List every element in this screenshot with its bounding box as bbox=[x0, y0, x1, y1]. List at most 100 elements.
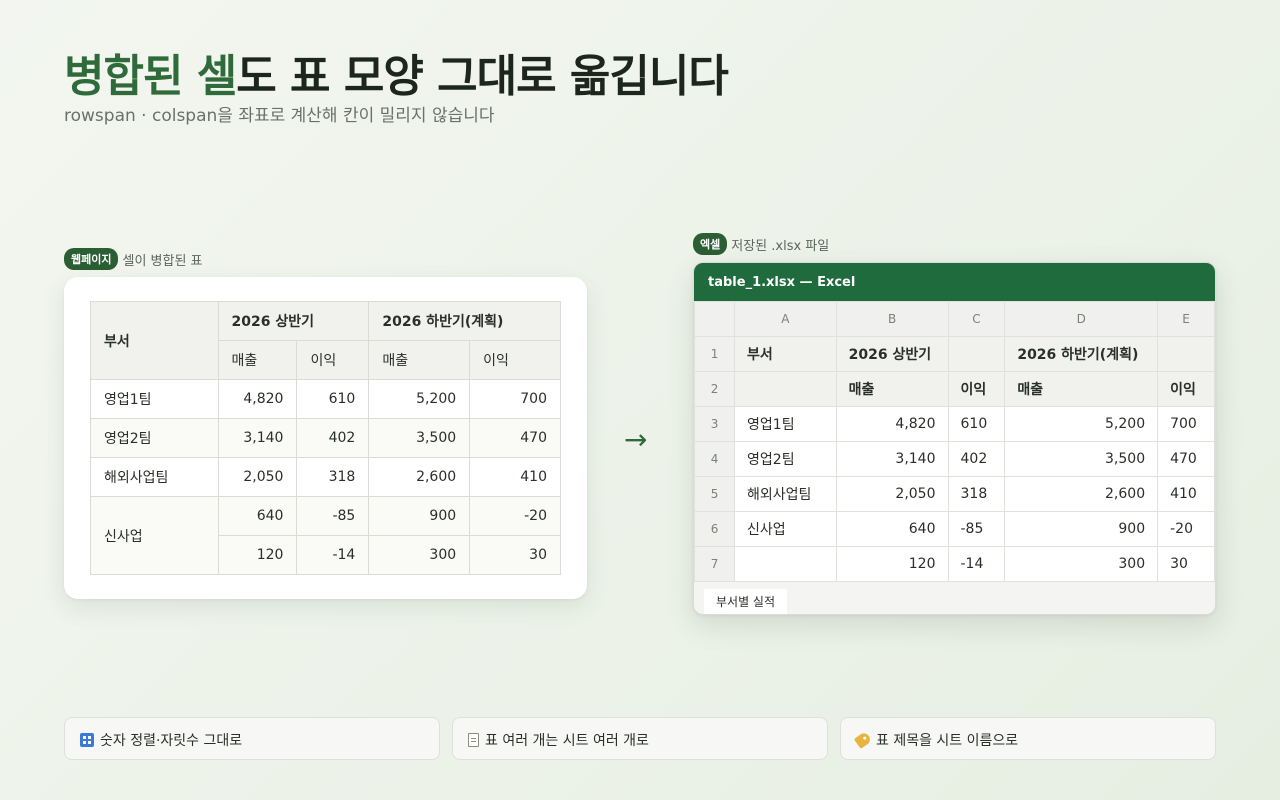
excel-cell[interactable]: 2026 하반기(계획) bbox=[1004, 336, 1159, 372]
excel-cell[interactable]: 5,200 bbox=[1004, 406, 1159, 442]
header-h1: 2026 상반기 bbox=[217, 301, 370, 341]
sheet-bar: 부서별 실적 bbox=[694, 582, 1215, 614]
web-table-card: 부서 2026 상반기 2026 하반기(계획) 매출 이익 매출 이익 영업1… bbox=[64, 277, 587, 599]
excel-row: 7 120 -14 300 30 bbox=[694, 546, 1215, 582]
hero-title: 병합된 셀도 표 모양 그대로 옮깁니다 bbox=[64, 40, 729, 104]
feature-text: 표 제목을 시트 이름으로 bbox=[876, 733, 1019, 749]
excel-window: table_1.xlsx — Excel A B C D E 1 부서 2026… bbox=[693, 262, 1216, 615]
excel-cell[interactable]: 이익 bbox=[947, 371, 1006, 407]
excel-cell[interactable]: 3,500 bbox=[1004, 441, 1159, 477]
row-name: 영업2팀 bbox=[90, 418, 219, 458]
excel-cell[interactable]: 640 bbox=[835, 511, 949, 547]
cell: 318 bbox=[296, 457, 370, 497]
feature-card: 표 제목을 시트 이름으로 bbox=[840, 717, 1216, 760]
excel-cell[interactable]: 30 bbox=[1157, 546, 1215, 582]
excel-cell[interactable]: 700 bbox=[1157, 406, 1215, 442]
cell: 3,140 bbox=[217, 418, 298, 458]
excel-cell[interactable]: 410 bbox=[1157, 476, 1215, 512]
excel-cell[interactable]: 이익 bbox=[1157, 371, 1215, 407]
header-sales: 매출 bbox=[217, 340, 298, 380]
row-header[interactable]: 6 bbox=[694, 511, 736, 547]
header-profit: 이익 bbox=[469, 340, 561, 380]
hero-subtitle: rowspan · colspan을 좌표로 계산해 칸이 밀리지 않습니다 bbox=[64, 106, 495, 126]
excel-cell[interactable]: -85 bbox=[947, 511, 1006, 547]
cell: 640 bbox=[217, 496, 298, 536]
web-pill: 웹페이지 bbox=[64, 248, 119, 270]
excel-cell[interactable]: 매출 bbox=[1004, 371, 1159, 407]
row-header[interactable]: 2 bbox=[694, 371, 736, 407]
row-header[interactable]: 4 bbox=[694, 441, 736, 477]
excel-cell[interactable]: -14 bbox=[947, 546, 1006, 582]
row-header[interactable]: 5 bbox=[694, 476, 736, 512]
excel-cell[interactable]: 해외사업팀 bbox=[734, 476, 837, 512]
excel-row: 3 영업1팀 4,820 610 5,200 700 bbox=[694, 406, 1215, 442]
excel-row: 1 부서 2026 상반기 2026 하반기(계획) bbox=[694, 336, 1215, 372]
column-header[interactable]: E bbox=[1157, 301, 1215, 337]
hero-title-rest: 도 표 모양 그대로 옮깁니다 bbox=[236, 51, 729, 102]
excel-row: 4 영업2팀 3,140 402 3,500 470 bbox=[694, 441, 1215, 477]
excel-pill: 엑셀 bbox=[693, 233, 728, 255]
feature-text: 숫자 정렬·자릿수 그대로 bbox=[100, 733, 243, 749]
excel-cell[interactable]: 300 bbox=[1004, 546, 1159, 582]
excel-cell[interactable]: 4,820 bbox=[835, 406, 949, 442]
excel-grid: A B C D E 1 부서 2026 상반기 2026 하반기(계획) 2 매… bbox=[694, 301, 1215, 582]
table-row: 영업1팀 4,820 610 5,200 700 bbox=[90, 379, 561, 419]
excel-cell[interactable]: 2,600 bbox=[1004, 476, 1159, 512]
cell: 5,200 bbox=[368, 379, 471, 419]
header-profit: 이익 bbox=[296, 340, 370, 380]
column-header[interactable]: C bbox=[947, 301, 1006, 337]
row-header[interactable]: 7 bbox=[694, 546, 736, 582]
excel-cell[interactable] bbox=[947, 336, 1006, 372]
excel-cell[interactable]: 영업2팀 bbox=[734, 441, 837, 477]
table-row: 신사업 640 -85 900 -20 bbox=[90, 496, 561, 575]
header-h2: 2026 하반기(계획) bbox=[368, 301, 561, 341]
excel-cell[interactable]: 신사업 bbox=[734, 511, 837, 547]
row-header[interactable]: 1 bbox=[694, 336, 736, 372]
column-header[interactable]: D bbox=[1004, 301, 1159, 337]
excel-cell[interactable]: 470 bbox=[1157, 441, 1215, 477]
cell: 300 bbox=[368, 535, 471, 575]
arrow-icon: → bbox=[624, 423, 648, 456]
excel-row: 6 신사업 640 -85 900 -20 bbox=[694, 511, 1215, 547]
web-table: 부서 2026 상반기 2026 하반기(계획) 매출 이익 매출 이익 영업1… bbox=[90, 301, 561, 575]
column-header[interactable]: A bbox=[734, 301, 837, 337]
row-name: 영업1팀 bbox=[90, 379, 219, 419]
cell: 410 bbox=[469, 457, 561, 497]
excel-cell[interactable]: 318 bbox=[947, 476, 1006, 512]
excel-cell[interactable]: 부서 bbox=[734, 336, 837, 372]
header-sales: 매출 bbox=[368, 340, 471, 380]
cell: -20 bbox=[469, 496, 561, 536]
excel-cell[interactable]: 매출 bbox=[835, 371, 949, 407]
column-header[interactable]: B bbox=[835, 301, 949, 337]
header-dept: 부서 bbox=[90, 301, 219, 380]
cell: -14 bbox=[296, 535, 370, 575]
corner-cell[interactable] bbox=[694, 301, 736, 337]
web-caption-text: 셀이 병합된 표 bbox=[122, 253, 203, 269]
excel-cell[interactable] bbox=[734, 546, 837, 582]
cell: 120 bbox=[217, 535, 298, 575]
cell: 3,500 bbox=[368, 418, 471, 458]
excel-cell[interactable]: 3,140 bbox=[835, 441, 949, 477]
excel-cell[interactable] bbox=[1157, 336, 1215, 372]
excel-cell[interactable]: 900 bbox=[1004, 511, 1159, 547]
row-header[interactable]: 3 bbox=[694, 406, 736, 442]
number-grid-icon bbox=[80, 733, 94, 747]
table-row: 영업2팀 3,140 402 3,500 470 bbox=[90, 418, 561, 458]
excel-cell[interactable]: 120 bbox=[835, 546, 949, 582]
excel-cell[interactable]: 402 bbox=[947, 441, 1006, 477]
excel-caption: 엑셀 저장된 .xlsx 파일 bbox=[693, 233, 829, 255]
sheet-tab[interactable]: 부서별 실적 bbox=[704, 589, 788, 614]
cell: 610 bbox=[296, 379, 370, 419]
cell: 900 bbox=[368, 496, 471, 536]
excel-cell[interactable]: 2026 상반기 bbox=[835, 336, 949, 372]
excel-cell[interactable] bbox=[734, 371, 837, 407]
excel-title: table_1.xlsx — Excel bbox=[694, 263, 1215, 301]
excel-cell[interactable]: 2,050 bbox=[835, 476, 949, 512]
excel-cell[interactable]: -20 bbox=[1157, 511, 1215, 547]
hero-title-accent: 병합된 셀 bbox=[64, 51, 237, 102]
cell: 2,600 bbox=[368, 457, 471, 497]
excel-cell[interactable]: 610 bbox=[947, 406, 1006, 442]
cell: -85 bbox=[296, 496, 370, 536]
feature-card: 숫자 정렬·자릿수 그대로 bbox=[64, 717, 440, 760]
excel-cell[interactable]: 영업1팀 bbox=[734, 406, 837, 442]
